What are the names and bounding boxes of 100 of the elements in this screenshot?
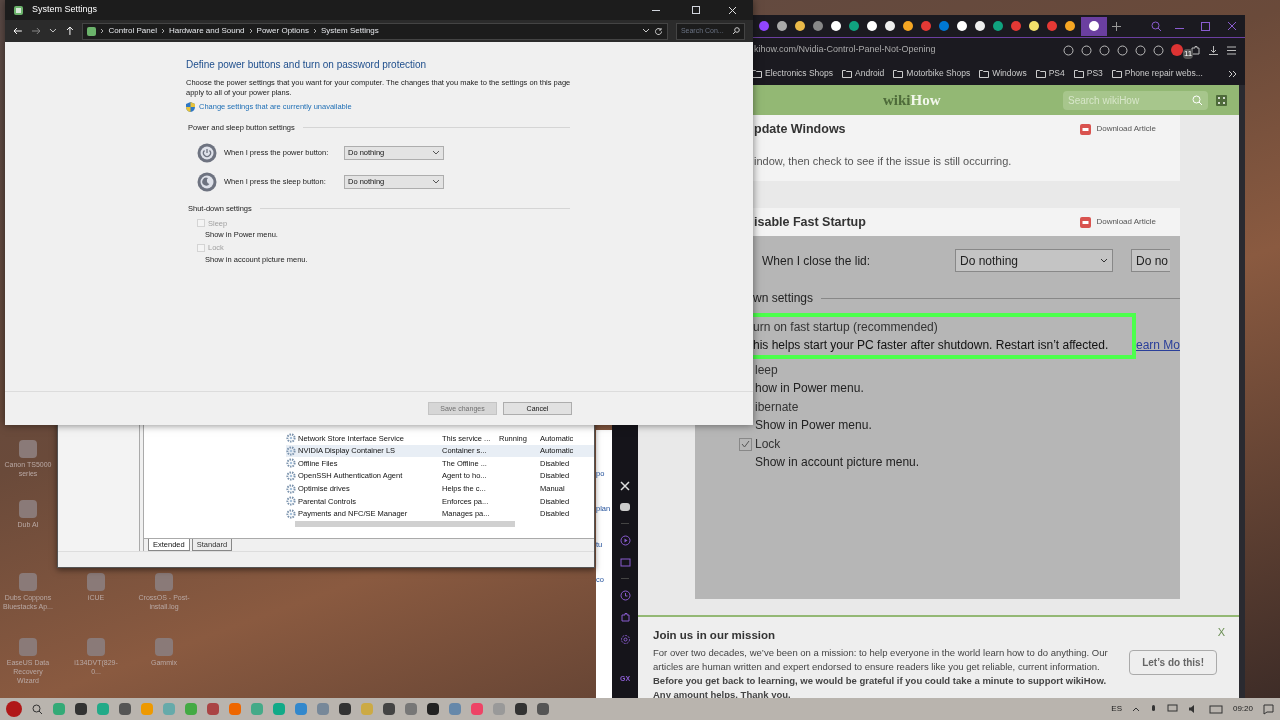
x-icon[interactable] [620, 480, 630, 491]
taskbar-app-icon[interactable] [339, 703, 351, 715]
gear-icon [286, 483, 296, 494]
extension-icon[interactable] [1171, 44, 1183, 56]
separator-icon [248, 28, 253, 34]
tab-favicon [938, 21, 949, 31]
folder-icon [752, 69, 762, 78]
step-title: pdate Windows [754, 120, 846, 138]
breadcrumb[interactable]: Power Options [256, 25, 309, 37]
bookmark-folder[interactable]: PS3 [1073, 67, 1103, 80]
tab-favicon [866, 21, 877, 31]
setting-label: When I close the lid: [762, 252, 872, 270]
notification-icon[interactable] [1263, 703, 1274, 715]
language-indicator[interactable]: ES [1111, 703, 1122, 715]
option-title: Lock [755, 436, 781, 453]
taskbar-app-icon[interactable] [537, 703, 549, 715]
taskbar-app-icon[interactable] [427, 703, 439, 715]
tab-favicon [830, 21, 841, 31]
page-heading: Define power buttons and turn on password protection [186, 58, 428, 72]
tab-favicon [1010, 21, 1021, 31]
gear-icon [286, 433, 296, 444]
download-article-link[interactable]: Download Article [1079, 215, 1156, 229]
bookmark-folder[interactable]: Windows [979, 67, 1027, 80]
option-title: leep [755, 362, 778, 379]
download-icon[interactable] [1208, 44, 1219, 56]
power-button-icon [197, 142, 217, 163]
search-icon[interactable] [1151, 20, 1162, 32]
clock-text[interactable]: 09:20 [1232, 703, 1253, 715]
cta-button[interactable]: Let’s do this! [1129, 650, 1217, 675]
gear-icon [286, 458, 296, 469]
settings-icon[interactable] [619, 633, 631, 645]
learn-more-link[interactable]: earn Mo [1135, 336, 1180, 354]
folder-icon [1035, 69, 1046, 78]
chevron-down-icon [641, 28, 650, 34]
bookmark-folder[interactable]: Electronics Shops [752, 67, 834, 80]
folder-icon [1111, 69, 1122, 78]
separator-icon [160, 28, 165, 34]
step-title: isable Fast Startup [754, 213, 866, 231]
bookmark-folder[interactable]: Motorbike Shops [893, 67, 971, 80]
tab-favicon [920, 21, 931, 31]
option-title: urn on fast startup (recommended) [753, 319, 939, 336]
browser-tab[interactable] [1081, 16, 1107, 36]
gear-icon [286, 508, 296, 519]
gear-icon [286, 471, 296, 482]
option-description: Show in Power menu. [755, 417, 873, 434]
bookmark-folder[interactable]: Phone repair webs... [1111, 67, 1203, 80]
gear-icon [286, 445, 296, 456]
tab-favicon [1046, 21, 1057, 31]
chevron-up-icon[interactable] [1131, 706, 1140, 712]
address-bar[interactable]: Control Panel Hardware and Sound Power Options System Settings [82, 22, 668, 40]
window-title: System Settings [32, 3, 98, 17]
breadcrumb[interactable]: System Settings [321, 25, 379, 37]
control-panel-icon [13, 4, 24, 16]
search-icon [732, 27, 740, 35]
chevron-down-icon [1100, 257, 1108, 264]
tab-favicon [812, 21, 823, 31]
taskbar-app-icon[interactable] [75, 703, 87, 715]
refresh-icon[interactable] [653, 26, 663, 36]
breadcrumb[interactable]: Hardware and Sound [168, 25, 245, 37]
grid-icon[interactable] [1216, 94, 1227, 106]
download-article-link[interactable]: Download Article [1079, 122, 1156, 136]
gear-icon [286, 496, 296, 507]
search-icon[interactable] [32, 703, 43, 715]
bookmark-folder[interactable]: Android [842, 67, 885, 80]
forward-icon[interactable] [30, 26, 41, 36]
taskbar-app-icon[interactable] [383, 703, 395, 715]
separator-icon [100, 28, 105, 34]
group-label: wn settings [753, 290, 814, 307]
taskbar-app-icon[interactable] [515, 703, 527, 715]
start-icon[interactable] [6, 701, 22, 717]
clock-icon[interactable] [619, 589, 631, 601]
taskbar-app-icon[interactable] [119, 703, 131, 715]
notification-badge: 11 [1183, 49, 1194, 59]
step-text: indow, then check to see if the issue is still occurring. [753, 154, 1013, 169]
address-field[interactable]: kihow.com/Nvidia-Control-Panel-Not-Opening [754, 43, 1056, 57]
tab-favicon [884, 21, 895, 31]
sleep-button-icon [197, 171, 217, 192]
tab-favicon [1064, 21, 1075, 31]
new-tab-icon[interactable] [1112, 21, 1121, 31]
folder-icon [979, 69, 990, 78]
option-description: how in Power menu. [755, 380, 865, 397]
play-icon[interactable] [619, 534, 631, 546]
tab-favicon [848, 21, 859, 31]
option-description: Show in account picture menu. [755, 454, 921, 471]
tab-favicon [992, 21, 1003, 31]
breadcrumb[interactable]: Control Panel [108, 25, 157, 37]
menu-icon[interactable] [1226, 44, 1237, 56]
tab-favicon [794, 21, 805, 31]
back-icon[interactable] [13, 26, 23, 36]
bookmark-folder[interactable]: PS4 [1035, 67, 1065, 80]
chevron-down-icon [432, 149, 440, 156]
folder-icon [842, 69, 853, 78]
up-icon[interactable] [64, 26, 75, 36]
tab-favicon [1089, 21, 1099, 31]
tab-favicon [902, 21, 913, 31]
tab-favicon [956, 21, 967, 31]
tab-favicon [1028, 21, 1039, 31]
pdf-icon [1079, 122, 1093, 136]
minimize-icon[interactable] [652, 9, 660, 11]
more-bookmarks-icon[interactable] [1228, 69, 1237, 78]
